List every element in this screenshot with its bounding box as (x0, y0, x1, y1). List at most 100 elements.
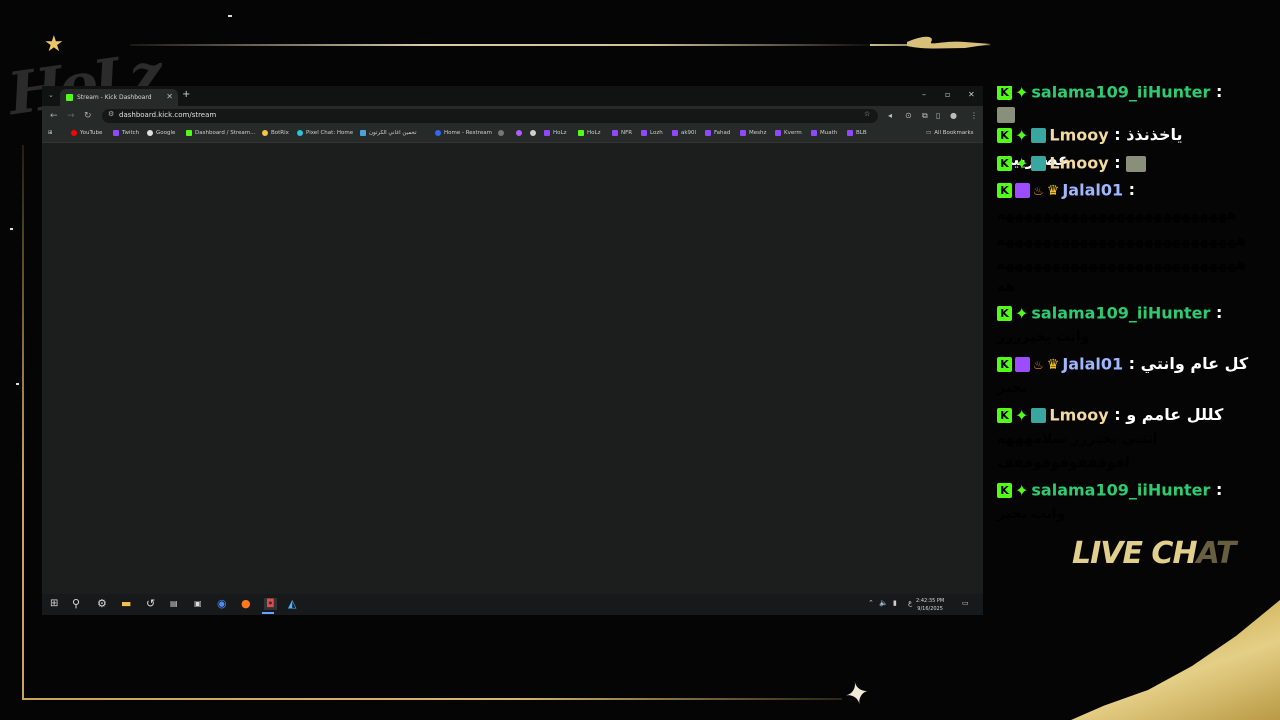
notifications-icon[interactable]: ▭ (962, 599, 969, 607)
profile-avatar-icon[interactable]: ● (950, 111, 957, 120)
bookmark-label: BLB (856, 130, 867, 136)
chat-text: وانت بخيرررر (997, 329, 1090, 345)
live-chat-label-main: LIVE CH (1072, 536, 1198, 571)
bookmark-item[interactable]: ak90l (672, 130, 696, 136)
extension-icon[interactable]: ⊙ (905, 111, 912, 120)
bookmark-item[interactable]: تخمين اغاني الكرتون (360, 130, 417, 136)
kick-badge-icon: K (997, 156, 1012, 171)
kick-favicon-icon (66, 94, 73, 101)
bookmark-item[interactable]: BotRix (262, 130, 289, 136)
bookmark-item[interactable]: Kverm (775, 130, 802, 136)
chat-username[interactable]: Lmooy (1049, 406, 1108, 425)
minimize-icon[interactable]: – (922, 90, 926, 99)
extension-icon[interactable]: ◂ (888, 111, 892, 120)
bookmark-item[interactable]: YouTube (71, 130, 102, 136)
extensions-icon[interactable]: ⧉ (922, 111, 928, 121)
bookmark-icon-only[interactable] (498, 130, 507, 136)
chat-separator: : (1123, 180, 1136, 199)
terminal-icon[interactable]: ▤ (170, 598, 178, 610)
tray-overflow-icon[interactable]: ⌃ (868, 599, 874, 607)
new-tab-icon[interactable]: + (182, 89, 190, 100)
file-explorer-icon[interactable]: ▬ (121, 598, 131, 610)
bookmark-item[interactable]: Google (147, 130, 175, 136)
active-indicator (262, 612, 274, 614)
chat-separator: : (1108, 125, 1127, 144)
close-tab-icon[interactable]: ✕ (166, 92, 173, 101)
bookmark-item[interactable]: Muath (811, 130, 837, 136)
bookmark-label: Meshz (749, 130, 767, 136)
chat-username[interactable]: salama109_iiHunter (1031, 481, 1210, 500)
bookmark-icon-only[interactable] (530, 130, 539, 136)
forward-icon[interactable]: → (67, 111, 75, 121)
bookmark-item[interactable]: Pixel Chat: Home (297, 130, 353, 136)
apps-icon[interactable]: ⊞ (48, 130, 53, 136)
steam-icon[interactable]: ◭ (288, 598, 296, 610)
reload-icon[interactable]: ↻ (84, 111, 92, 121)
microphone-icon[interactable]: ▮ (893, 599, 897, 607)
decor-dot (228, 15, 232, 17)
chat-username[interactable]: Jalal01 (1062, 181, 1123, 200)
chrome-icon[interactable]: ◉ (217, 598, 227, 610)
language-indicator[interactable]: ع (908, 599, 912, 607)
kick-badge-icon: K (997, 483, 1012, 498)
bookmark-item[interactable]: Meshz (740, 130, 766, 136)
verified-badge-icon: ✦ (1015, 86, 1029, 102)
restore-icon[interactable]: ▫ (945, 90, 950, 99)
bookmark-item[interactable]: HoLz (544, 130, 566, 136)
volume-icon[interactable]: 🔈 (879, 599, 888, 607)
crown-badge-icon: ♛ (1046, 182, 1060, 199)
chat-separator: : (1108, 405, 1127, 424)
clock-time: 2:42:35 PM (916, 598, 945, 604)
bookmark-item[interactable]: Twitch (113, 130, 139, 136)
side-panel-icon[interactable]: ▯ (936, 111, 940, 120)
system-clock[interactable]: 2:42:35 PM 9/16/2025 (916, 597, 944, 613)
chat-username[interactable]: Lmooy (1049, 154, 1108, 173)
chat-text: افوفففوفوفوففف (997, 455, 1130, 471)
menu-icon[interactable]: ⋮ (970, 111, 978, 120)
site-info-icon[interactable]: ⚙ (108, 110, 114, 118)
bookmark-item[interactable]: Lozh (641, 130, 663, 136)
start-icon[interactable]: ⊞ (50, 598, 58, 610)
chat-username[interactable]: Lmooy (1049, 126, 1108, 145)
bookmark-label: Lozh (650, 130, 663, 136)
live-chat-label-fade: AT (1196, 536, 1237, 571)
settings-icon[interactable]: ⚙ (97, 598, 107, 610)
address-toolbar: ← → ↻ ⚙ dashboard.kick.com/stream ☆ ◂ ⊙ … (42, 106, 983, 126)
address-bar[interactable]: ⚙ dashboard.kick.com/stream ☆ (102, 109, 878, 123)
bookmark-item[interactable]: Fahad (705, 130, 730, 136)
bookmark-icon-only[interactable] (516, 130, 525, 136)
chat-message: K ✦ salama109_iiHunter : (997, 301, 1259, 326)
obs-icon[interactable]: ◘ (264, 598, 277, 610)
firefox-icon[interactable]: ● (241, 598, 251, 610)
bookmark-item[interactable]: Home - Restream (435, 130, 492, 136)
bookmark-item[interactable]: BLB (847, 130, 867, 136)
kick-badge-icon: K (997, 357, 1012, 372)
chat-text: كل عام وانتي (1140, 354, 1249, 373)
back-icon[interactable]: ← (50, 111, 58, 121)
chat-text: ههههههههههههههههههههههههههه (997, 233, 1247, 249)
emote-image (1126, 155, 1147, 172)
all-bookmarks-button[interactable]: ▭ All Bookmarks (926, 130, 974, 136)
close-window-icon[interactable]: ✕ (968, 90, 975, 99)
search-icon[interactable]: ⚲ (72, 598, 80, 610)
chat-message: K ♨ ♛ Jalal01 : (997, 178, 1259, 203)
chat-username[interactable]: Jalal01 (1062, 355, 1123, 374)
chat-username[interactable]: salama109_iiHunter (1031, 86, 1210, 102)
bookmark-item[interactable]: NFR (612, 130, 632, 136)
bookmark-star-icon[interactable]: ☆ (864, 110, 870, 118)
bookmark-label: HoLz (587, 130, 601, 136)
browser-tab[interactable]: Stream - Kick Dashboard ✕ (60, 89, 178, 106)
tab-search-icon[interactable]: ⌄ (48, 91, 54, 99)
bookmark-label: Muath (820, 130, 838, 136)
folder-icon: ▭ (926, 130, 932, 136)
browser-tab-strip: ⌄ Stream - Kick Dashboard ✕ + – ▫ ✕ (42, 86, 983, 106)
decor-dot (10, 228, 13, 230)
chat-text: انتيي بخيررر سلامهههه (997, 431, 1158, 447)
bookmark-item[interactable]: HoLz (578, 130, 600, 136)
chat-username[interactable]: salama109_iiHunter (1031, 304, 1210, 323)
gold-brush-stroke (907, 36, 991, 49)
epic-games-icon[interactable]: ▣ (194, 598, 202, 610)
bookmark-item[interactable]: Dashboard / Stream... (186, 130, 255, 136)
app-icon[interactable]: ↺ (146, 598, 155, 610)
tab-title: Stream - Kick Dashboard (77, 94, 152, 101)
